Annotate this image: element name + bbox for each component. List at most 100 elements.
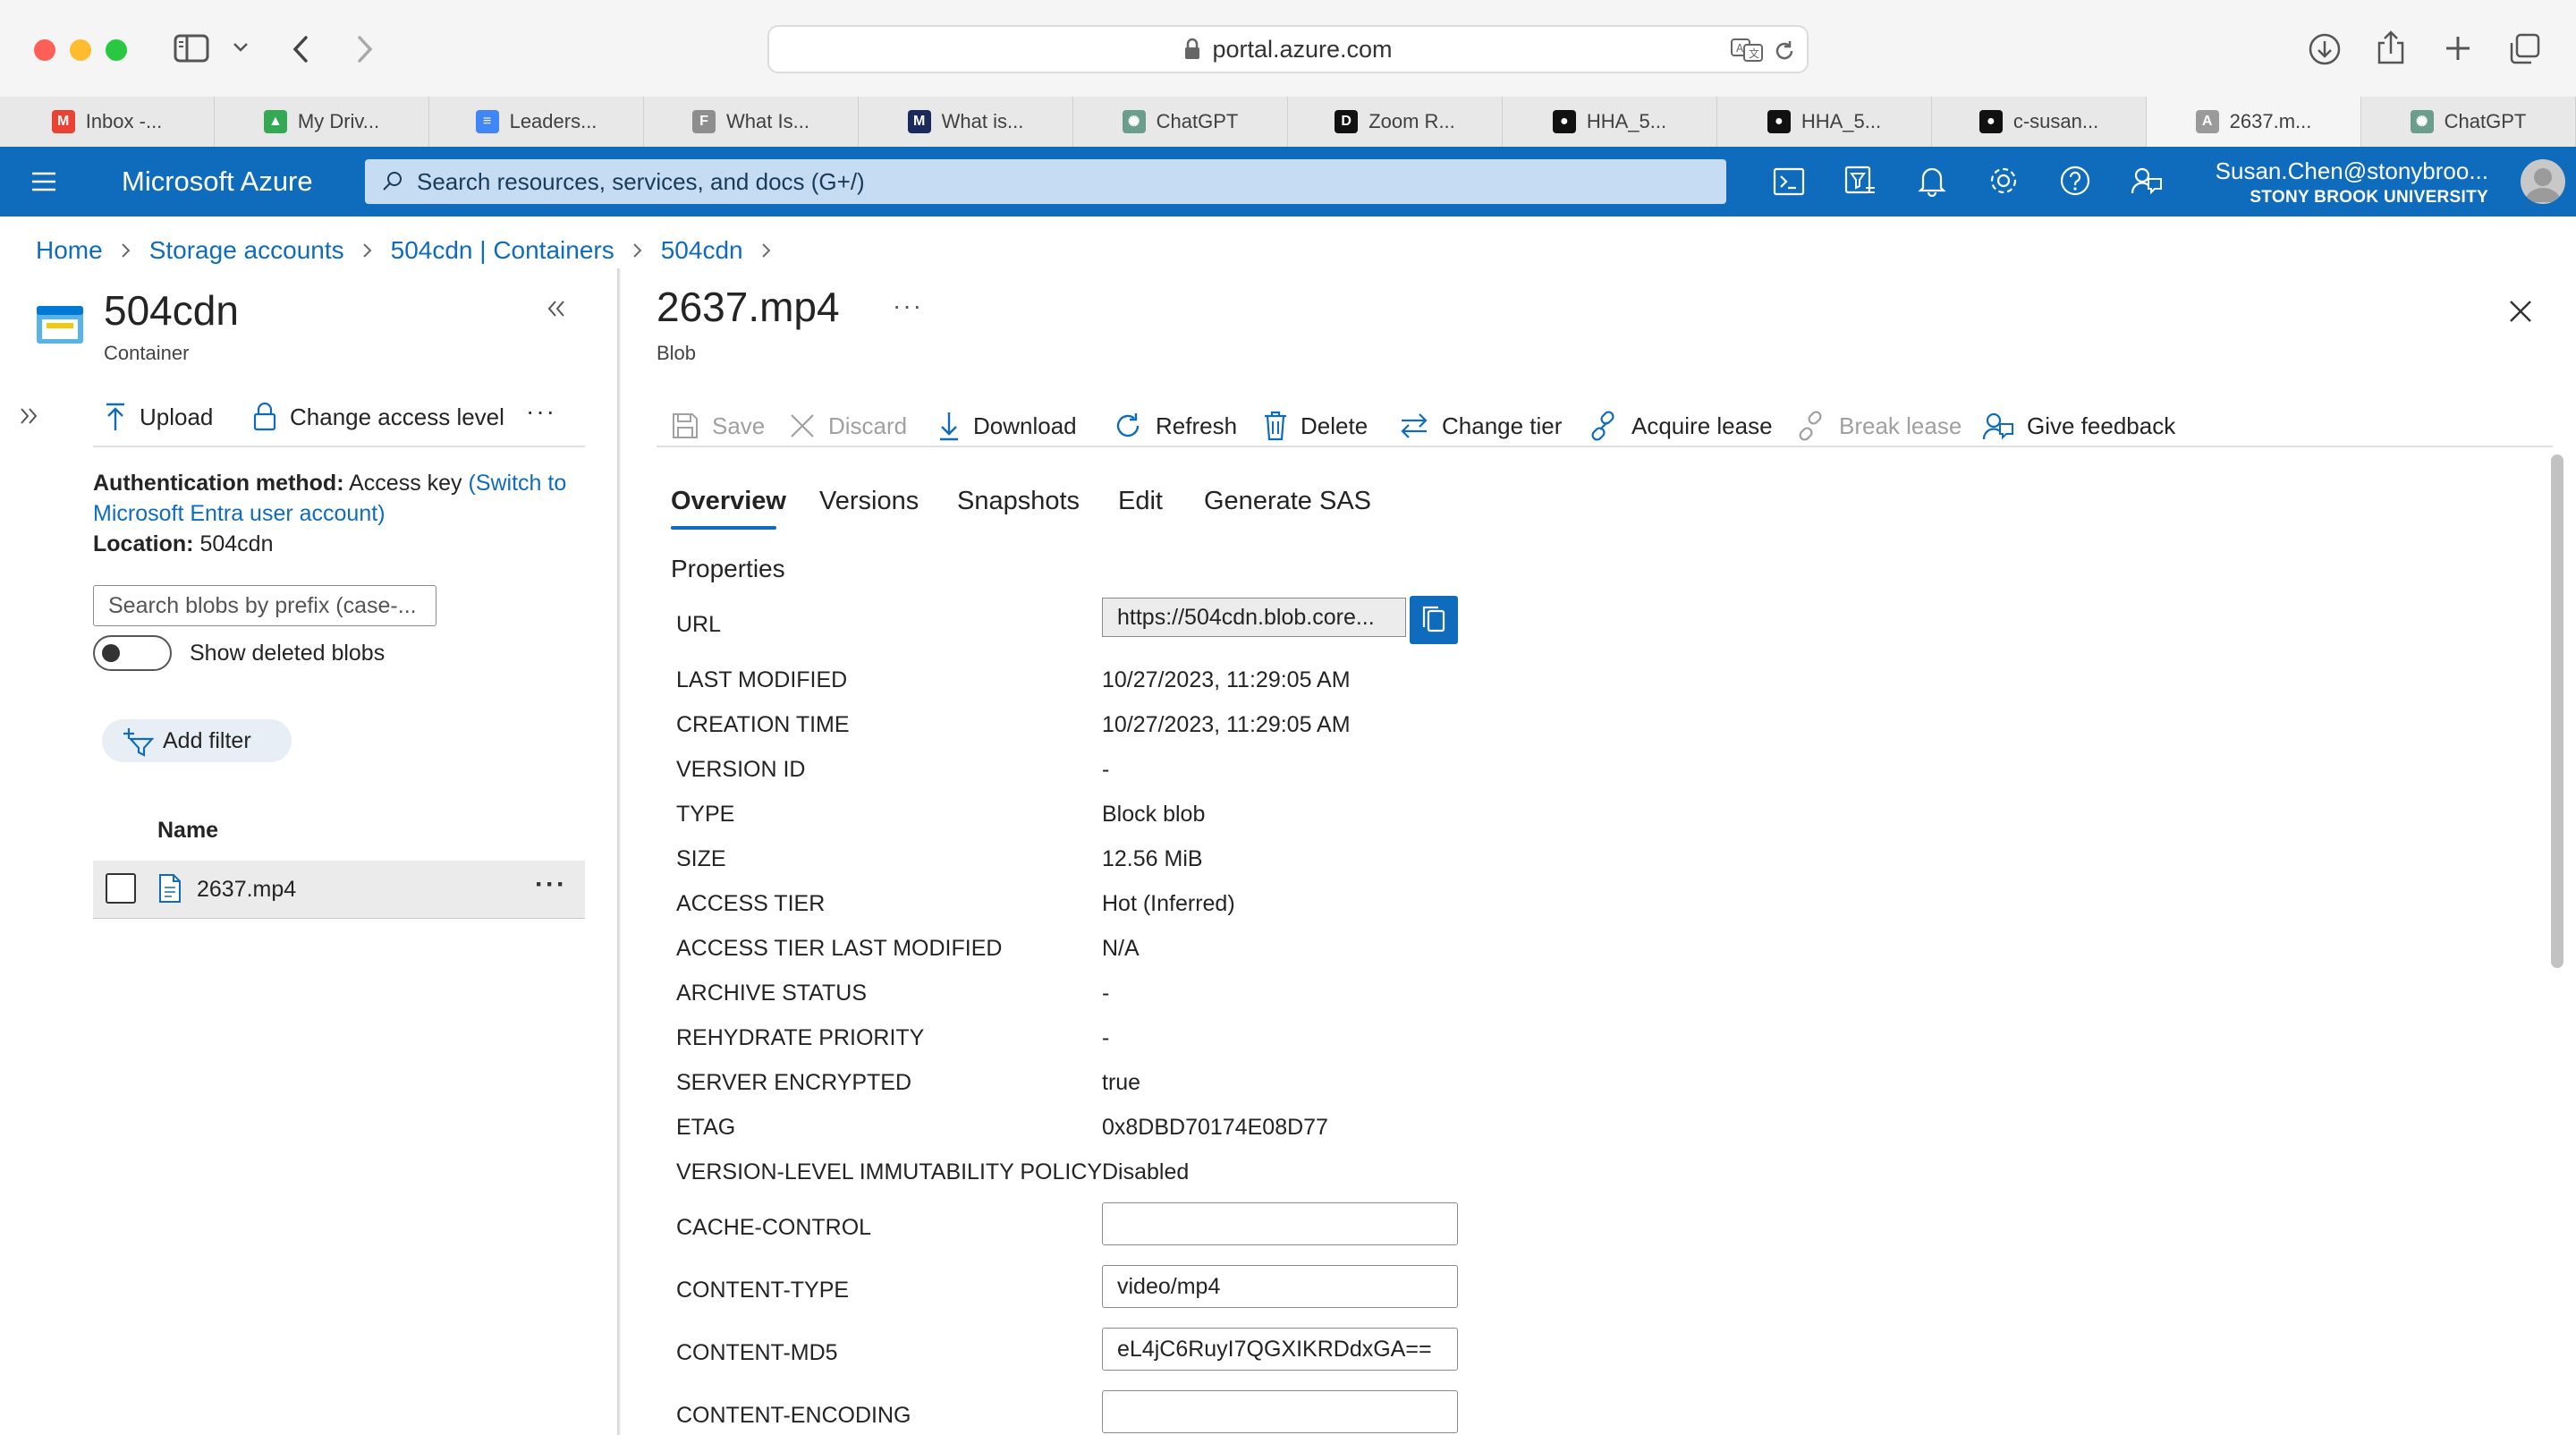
browser-tab[interactable]: M What is... [859, 97, 1073, 147]
directory-filter-icon[interactable] [1844, 165, 1877, 199]
switch-auth-link[interactable]: (Switch to [469, 471, 567, 496]
delete-button[interactable]: Delete [1263, 408, 1368, 444]
chevron-down-icon[interactable] [233, 41, 249, 54]
d2l-icon: D [1335, 110, 1359, 133]
refresh-button[interactable]: Refresh [1113, 408, 1237, 444]
browser-tab[interactable]: A 2637.m... [2147, 97, 2361, 147]
property-input[interactable]: eL4jC6RuyI7QGXIKRDdxGA== [1102, 1328, 1458, 1371]
property-value: N/A [1102, 936, 1140, 961]
zoom-window-button[interactable] [106, 39, 127, 61]
blob-subtitle: Blob [657, 342, 697, 364]
blob-more-button[interactable]: ··· [893, 292, 923, 320]
table-row[interactable]: 2637.mp4 ··· [93, 861, 585, 919]
upload-button[interactable]: Upload [104, 399, 213, 435]
property-input[interactable]: video/mp4 [1102, 1265, 1458, 1308]
property-input[interactable] [1102, 1202, 1458, 1245]
downloads-icon[interactable] [2308, 32, 2342, 66]
google-docs-icon: ≡ [475, 110, 499, 133]
row-checkbox[interactable] [106, 873, 136, 904]
tab-edit[interactable]: Edit [1118, 487, 1163, 516]
download-button[interactable]: Download [937, 408, 1077, 444]
tab-snapshots[interactable]: Snapshots [957, 487, 1080, 516]
forward-icon[interactable] [354, 34, 376, 64]
minimize-window-button[interactable] [70, 39, 91, 61]
browser-tab[interactable]: ✺ ChatGPT [1073, 97, 1288, 147]
tab-versions[interactable]: Versions [819, 487, 919, 516]
discard-button[interactable]: Discard [789, 408, 907, 444]
breadcrumb: Home Storage accounts 504cdn | Containers 5… [36, 234, 790, 267]
blob-prefix-search-input[interactable]: Search blobs by prefix (case-... [93, 585, 436, 626]
breadcrumb-link[interactable]: Storage accounts [149, 236, 344, 265]
chatgpt-icon: ✺ [1122, 110, 1146, 133]
browser-tab[interactable]: ● c-susan... [1932, 97, 2147, 147]
browser-tab-label: What Is... [726, 110, 809, 132]
feedback-person-icon [1982, 412, 2013, 440]
close-window-button[interactable] [34, 39, 55, 61]
container-title: 504cdn [104, 287, 239, 334]
browser-tab[interactable]: ✺ ChatGPT [2361, 97, 2576, 147]
expand-menu-icon[interactable] [18, 406, 39, 426]
tab-overview-icon[interactable] [2508, 32, 2542, 66]
reload-icon[interactable] [1773, 39, 1796, 63]
global-search-input[interactable]: Search resources, services, and docs (G+… [365, 159, 1726, 204]
share-icon[interactable] [2376, 29, 2406, 66]
browser-tab[interactable]: D Zoom R... [1288, 97, 1503, 147]
property-label: LAST MODIFIED [676, 667, 848, 692]
azure-brand[interactable]: Microsoft Azure [122, 147, 313, 217]
sidebar-toggle-icon[interactable] [174, 34, 209, 63]
address-bar[interactable]: portal.azure.com A文 [767, 25, 1809, 73]
property-label: CONTENT-TYPE [676, 1278, 850, 1303]
browser-tab-label: 2637.m... [2229, 110, 2312, 132]
hamburger-menu-icon[interactable] [30, 170, 57, 193]
property-value: Hot (Inferred) [1102, 891, 1235, 916]
account-name[interactable]: Susan.Chen@stonybroo... [2216, 157, 2488, 185]
scrollbar-thumb[interactable] [2551, 454, 2563, 968]
acquire-lease-button[interactable]: Acquire lease [1589, 408, 1773, 444]
broken-link-icon [1799, 411, 1822, 441]
back-icon[interactable] [290, 34, 311, 64]
blob-name-link[interactable]: 2637.mp4 [197, 877, 296, 903]
tab-generate-sas[interactable]: Generate SAS [1204, 487, 1371, 516]
browser-tab[interactable]: ≡ Leaders... [429, 97, 644, 147]
save-button[interactable]: Save [671, 408, 765, 444]
row-more-button[interactable]: ··· [535, 870, 567, 900]
browser-tab[interactable]: ● HHA_5... [1503, 97, 1717, 147]
column-header-name[interactable]: Name [157, 818, 218, 844]
property-label: SERVER ENCRYPTED [676, 1070, 912, 1095]
f-site-icon: F [692, 110, 716, 133]
breadcrumb-link[interactable]: 504cdn | Containers [391, 236, 614, 265]
property-input[interactable] [1102, 1390, 1458, 1433]
property-value: 10/27/2023, 11:29:05 AM [1102, 667, 1351, 692]
add-filter-button[interactable]: Add filter [102, 719, 292, 762]
notifications-bell-icon[interactable] [1918, 165, 1946, 197]
break-lease-button[interactable]: Break lease [1796, 408, 1962, 444]
chevron-right-icon [121, 243, 131, 258]
breadcrumb-link[interactable]: 504cdn [661, 236, 743, 265]
help-icon[interactable] [2059, 165, 2091, 197]
browser-tab[interactable]: ● HHA_5... [1717, 97, 1932, 147]
toolbar-divider [657, 446, 2553, 447]
cloud-shell-icon[interactable] [1773, 166, 1805, 197]
new-tab-icon[interactable] [2444, 34, 2472, 63]
breadcrumb-link[interactable]: Home [36, 236, 103, 265]
collapse-panel-icon[interactable] [546, 299, 567, 318]
tab-overview[interactable]: Overview [671, 487, 786, 516]
browser-tab[interactable]: ▲ My Driv... [215, 97, 429, 147]
give-feedback-button[interactable]: Give feedback [1982, 408, 2175, 444]
settings-gear-icon[interactable] [1987, 165, 2020, 197]
account-directory[interactable]: STONY BROOK UNIVERSITY [2250, 188, 2488, 208]
close-icon[interactable] [2508, 299, 2533, 324]
more-actions-button[interactable]: ··· [526, 397, 556, 426]
copy-url-button[interactable] [1410, 596, 1458, 644]
show-deleted-toggle[interactable] [93, 635, 172, 671]
avatar[interactable] [2521, 159, 2565, 204]
browser-tab[interactable]: M Inbox -... [0, 97, 215, 147]
change-tier-button[interactable]: Change tier [1399, 408, 1562, 444]
azure-a-icon: A [2195, 110, 2219, 133]
url-field[interactable]: https://504cdn.blob.core... [1102, 598, 1406, 637]
feedback-icon[interactable] [2131, 165, 2163, 197]
switch-auth-link-continued[interactable]: Microsoft Entra user account) [93, 501, 386, 527]
browser-tab[interactable]: F What Is... [644, 97, 859, 147]
change-access-level-button[interactable]: Change access level [252, 399, 504, 435]
translate-icon[interactable]: A文 [1730, 38, 1764, 63]
